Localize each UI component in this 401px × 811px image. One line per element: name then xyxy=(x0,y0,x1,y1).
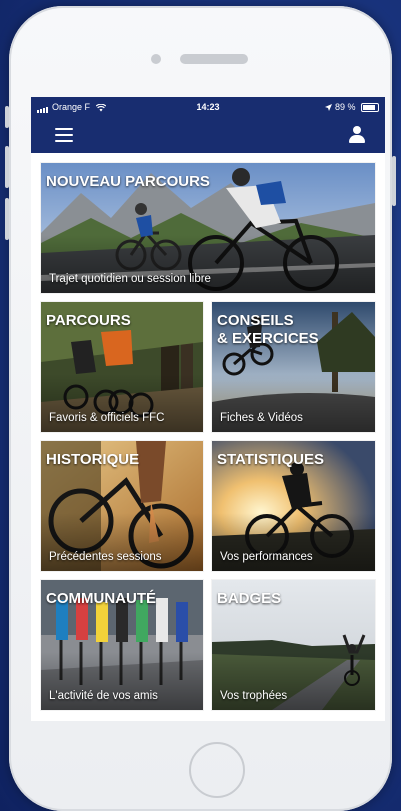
tile-subtitle: Précédentes sessions xyxy=(49,551,162,563)
hamburger-icon[interactable] xyxy=(55,128,73,142)
tile-subtitle: Vos trophées xyxy=(220,690,288,702)
tile-title: BADGES xyxy=(217,590,282,607)
tile-title: COMMUNAUTÉ xyxy=(46,590,156,607)
tile-title: HISTORIQUE xyxy=(46,451,140,468)
tile-subtitle: Trajet quotidien ou session libre xyxy=(49,273,211,285)
tile-title: CONSEILS & EXERCICES xyxy=(217,312,319,347)
tile-badges[interactable]: BADGES Vos trophées xyxy=(212,580,375,710)
tile-title: PARCOURS xyxy=(46,312,131,329)
mute-switch xyxy=(5,106,9,128)
tile-historique[interactable]: HISTORIQUE Précédentes sessions xyxy=(41,441,203,571)
power-button xyxy=(392,156,396,206)
tile-parcours[interactable]: PARCOURS Favoris & officiels FFC xyxy=(41,302,203,432)
tile-nouveau-parcours[interactable]: NOUVEAU PARCOURS Trajet quotidien ou ses… xyxy=(41,163,375,293)
volume-up-button xyxy=(5,146,9,188)
earpiece-speaker xyxy=(180,54,248,64)
tile-subtitle: L'activité de vos amis xyxy=(49,690,158,702)
status-bar: Orange F 14:23 89 % xyxy=(31,97,385,117)
tile-subtitle: Vos performances xyxy=(220,551,313,563)
status-right: 89 % xyxy=(325,102,379,113)
tile-communaute[interactable]: COMMUNAUTÉ L'activité de vos amis xyxy=(41,580,203,710)
tile-subtitle: Favoris & officiels FFC xyxy=(49,412,165,424)
battery-icon xyxy=(361,103,379,113)
user-icon[interactable] xyxy=(349,126,365,144)
tile-conseils-exercices[interactable]: CONSEILS & EXERCICES Fiches & Vidéos xyxy=(212,302,375,432)
top-nav xyxy=(31,117,385,153)
tile-subtitle: Fiches & Vidéos xyxy=(220,412,303,424)
front-camera xyxy=(151,54,161,64)
tile-title: NOUVEAU PARCOURS xyxy=(46,173,210,190)
volume-down-button xyxy=(5,198,9,240)
home-button[interactable] xyxy=(189,742,245,798)
battery-percent: 89 % xyxy=(334,102,356,112)
tile-statistiques[interactable]: STATISTIQUES Vos performances xyxy=(212,441,375,571)
tile-title: STATISTIQUES xyxy=(217,451,324,468)
location-icon xyxy=(325,102,335,112)
app-screen: Orange F 14:23 89 % NOUVEAU PARCOURS Tra… xyxy=(31,97,385,721)
